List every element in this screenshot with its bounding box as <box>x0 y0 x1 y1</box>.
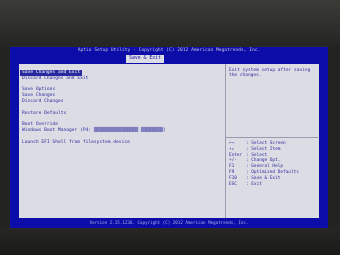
key-description: : Select Item <box>246 146 281 152</box>
menu-heading-save-options: Save Options <box>22 87 56 92</box>
menu-item-restore-defaults[interactable]: Restore Defaults <box>22 111 66 117</box>
monitor-bezel-bottom <box>0 229 340 255</box>
menu-item-windows-boot-manager[interactable]: Windows Boot Manager (P4: ▒▒▒▒▒▒▒▒▒▒▒▒▒▒… <box>22 128 166 134</box>
help-panel: Exit system setup after saving the chang… <box>226 65 318 217</box>
tab-bar: Save & Exit <box>10 55 328 63</box>
monitor-bezel-left <box>0 46 10 255</box>
key-description: : General Help <box>246 164 284 170</box>
menu-panel: Save Changes and Exit Discard Changes an… <box>20 65 225 217</box>
help-text: Exit system setup after saving the chang… <box>229 68 311 79</box>
key-label: ESC <box>229 181 237 187</box>
menu-heading-boot-override: Boot Override <box>22 122 58 127</box>
key-row: ESC : Exit <box>229 182 299 188</box>
key-description: : Select Screen <box>246 141 286 146</box>
bios-main-panel: Save Changes and Exit Discard Changes an… <box>19 64 319 218</box>
bios-footer: Version 2.15.1236. Copyright (C) 2012 Am… <box>89 220 249 225</box>
key-description: : Change Opt. <box>246 158 281 164</box>
menu-item-save-changes-and-exit[interactable]: Save Changes and Exit <box>20 70 83 76</box>
tab-save-exit[interactable]: Save & Exit <box>126 55 164 63</box>
monitor-bezel-top <box>0 0 340 46</box>
key-description: : Exit <box>246 181 262 187</box>
bios-title: Aptio Setup Utility - Copyright (C) 2012… <box>77 48 261 53</box>
monitor-bezel-right <box>328 46 340 255</box>
key-description: : Optimized Defaults <box>246 169 299 175</box>
menu-item-save-changes[interactable]: Save Changes <box>22 93 55 99</box>
menu-item-discard-changes-and-exit[interactable]: Discard Changes and Exit <box>22 76 88 82</box>
key-description: : Save & Exit <box>246 175 281 181</box>
menu-item-discard-changes[interactable]: Discard Changes <box>22 99 64 105</box>
bios-screen: Aptio Setup Utility - Copyright (C) 2012… <box>10 47 328 228</box>
menu-item-launch-efi-shell[interactable]: Launch EFI Shell from filesystem device <box>22 140 130 146</box>
key-legend: ←→: Select Screen ↑↓: Select Item Enter:… <box>229 141 299 187</box>
key-description: : Select <box>246 152 268 158</box>
help-separator <box>226 137 318 138</box>
